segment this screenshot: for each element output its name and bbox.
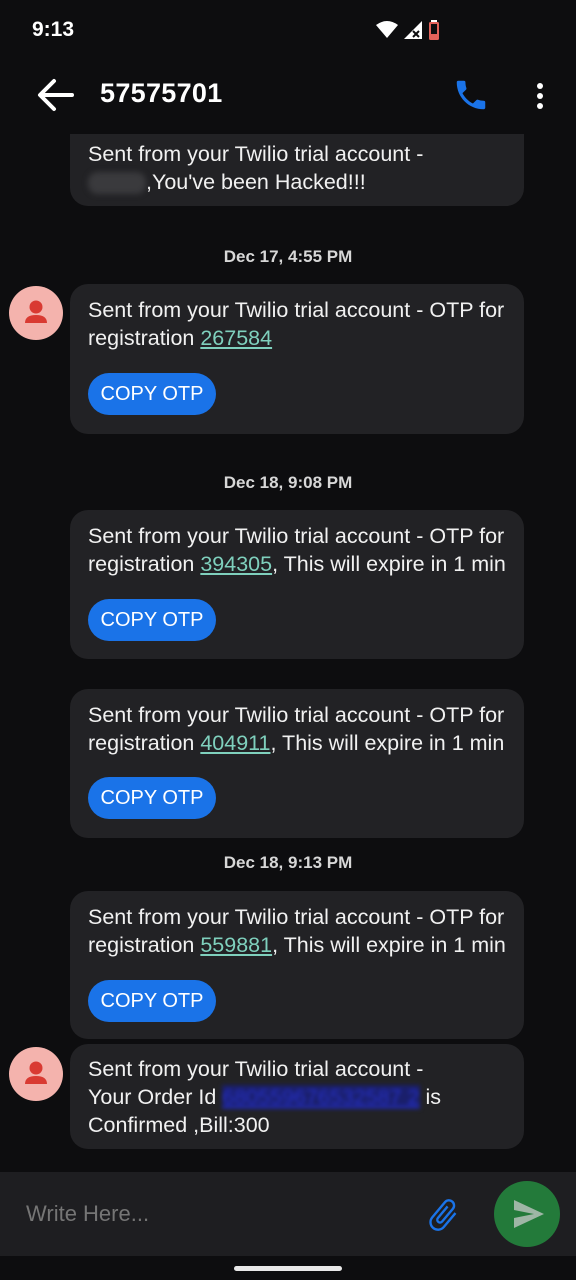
copy-otp-button[interactable]: COPY OTP [88,777,216,819]
redacted-name [88,172,146,195]
avatar[interactable] [9,1047,63,1101]
message-input[interactable] [24,1200,388,1228]
message-text: Confirmed ,Bill:300 [88,1113,270,1137]
message-bubble[interactable]: Sent from your Twilio trial account - OT… [70,510,524,659]
send-icon [514,1200,544,1228]
message-text: Sent from your Twilio trial account - OT… [88,905,505,929]
order-id-link[interactable]: 680559676532587 2 [222,1085,420,1109]
copy-otp-button[interactable]: COPY OTP [88,373,216,415]
date-separator: Dec 17, 4:55 PM [223,247,353,266]
otp-code-link[interactable]: 394305 [200,552,272,576]
wifi-icon [376,21,398,38]
message-text: ,You've been Hacked!!! [88,168,528,196]
message-text: registration 267584 [88,326,273,350]
person-icon [25,1061,47,1084]
phone-icon [456,80,486,110]
message-text: Sent from your Twilio trial account - OT… [88,524,505,548]
message-text: registration 559881, This will expire in… [88,933,506,957]
home-indicator[interactable] [234,1266,342,1271]
otp-code-link[interactable]: 404911 [200,731,270,755]
back-arrow-icon [38,79,74,111]
signal-icon [404,21,422,39]
paperclip-icon [429,1199,457,1231]
otp-code-link[interactable]: 559881 [200,933,272,957]
call-button[interactable] [452,76,490,114]
contact-title: 57575701 [100,78,223,108]
back-button[interactable] [36,76,78,114]
composer [0,1172,576,1256]
status-time: 9:13 [32,18,75,41]
message-text: Sent from your Twilio trial account - [88,142,424,166]
more-vert-icon [537,83,543,109]
date-separator: Dec 18, 9:08 PM [223,473,353,492]
more-options-button[interactable] [528,78,552,114]
message-bubble[interactable]: Sent from your Twilio trial account - OT… [70,284,524,434]
send-button[interactable] [494,1181,560,1247]
message-text: Your Order Id 680559676532587 2 is [88,1085,442,1109]
avatar[interactable] [9,286,63,340]
message-text: registration 394305, This will expire in… [88,552,506,576]
status-icons [376,20,440,40]
copy-otp-button[interactable]: COPY OTP [88,980,216,1022]
message-text: registration 404911, This will expire in… [88,731,505,755]
app-bar: 57575701 [0,62,576,128]
copy-otp-button[interactable]: COPY OTP [88,599,216,641]
message-text: Sent from your Twilio trial account - [88,1057,424,1081]
message-bubble[interactable]: Sent from your Twilio trial account - OT… [70,891,524,1039]
message-bubble[interactable]: Sent from your Twilio trial account - ,Y… [70,134,524,206]
message-text: Sent from your Twilio trial account - OT… [88,298,505,322]
status-bar: 9:13 [0,0,576,62]
otp-code-link[interactable]: 267584 [200,326,272,350]
message-bubble[interactable]: Sent from your Twilio trial account - OT… [70,689,524,838]
date-separator: Dec 18, 9:13 PM [223,853,353,872]
person-icon [25,300,47,323]
message-bubble[interactable]: Sent from your Twilio trial account - Yo… [70,1044,524,1149]
battery-icon [429,20,439,40]
attach-button[interactable] [424,1194,462,1236]
message-text: Sent from your Twilio trial account - OT… [88,703,505,727]
